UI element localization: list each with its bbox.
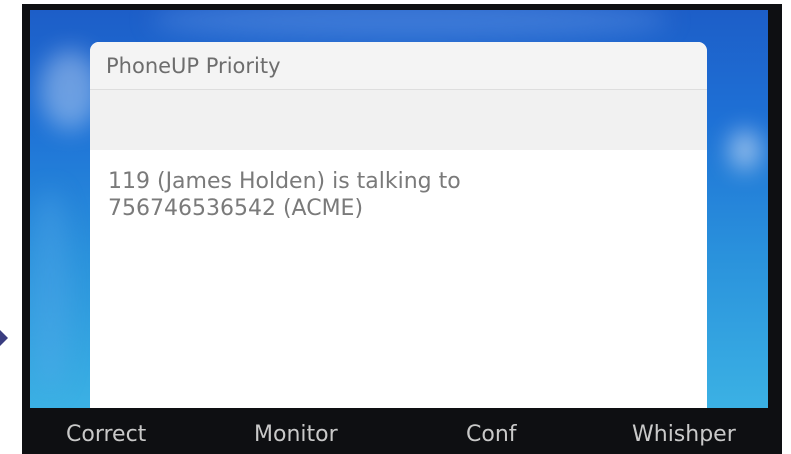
screen: PhoneUP Priority 119 (James Holden) is t… — [30, 10, 768, 408]
softkey-monitor[interactable]: Monitor — [254, 422, 338, 447]
dialog-subheader — [90, 90, 707, 150]
background-glow — [730, 130, 760, 170]
pointer-arrow-icon — [0, 330, 8, 346]
background-glow — [150, 10, 670, 40]
dialog-title: PhoneUP Priority — [90, 42, 707, 90]
softkey-bar: Correct Monitor Conf Whishper — [22, 408, 782, 454]
softkey-conf[interactable]: Conf — [466, 422, 517, 447]
softkey-whisper[interactable]: Whishper — [632, 422, 736, 447]
softkey-correct[interactable]: Correct — [66, 422, 146, 447]
dialog-message: 119 (James Holden) is talking to 7567465… — [108, 169, 461, 221]
phone-display: PhoneUP Priority 119 (James Holden) is t… — [22, 4, 782, 454]
background-glow — [30, 190, 70, 390]
priority-dialog: PhoneUP Priority 119 (James Holden) is t… — [90, 42, 707, 408]
